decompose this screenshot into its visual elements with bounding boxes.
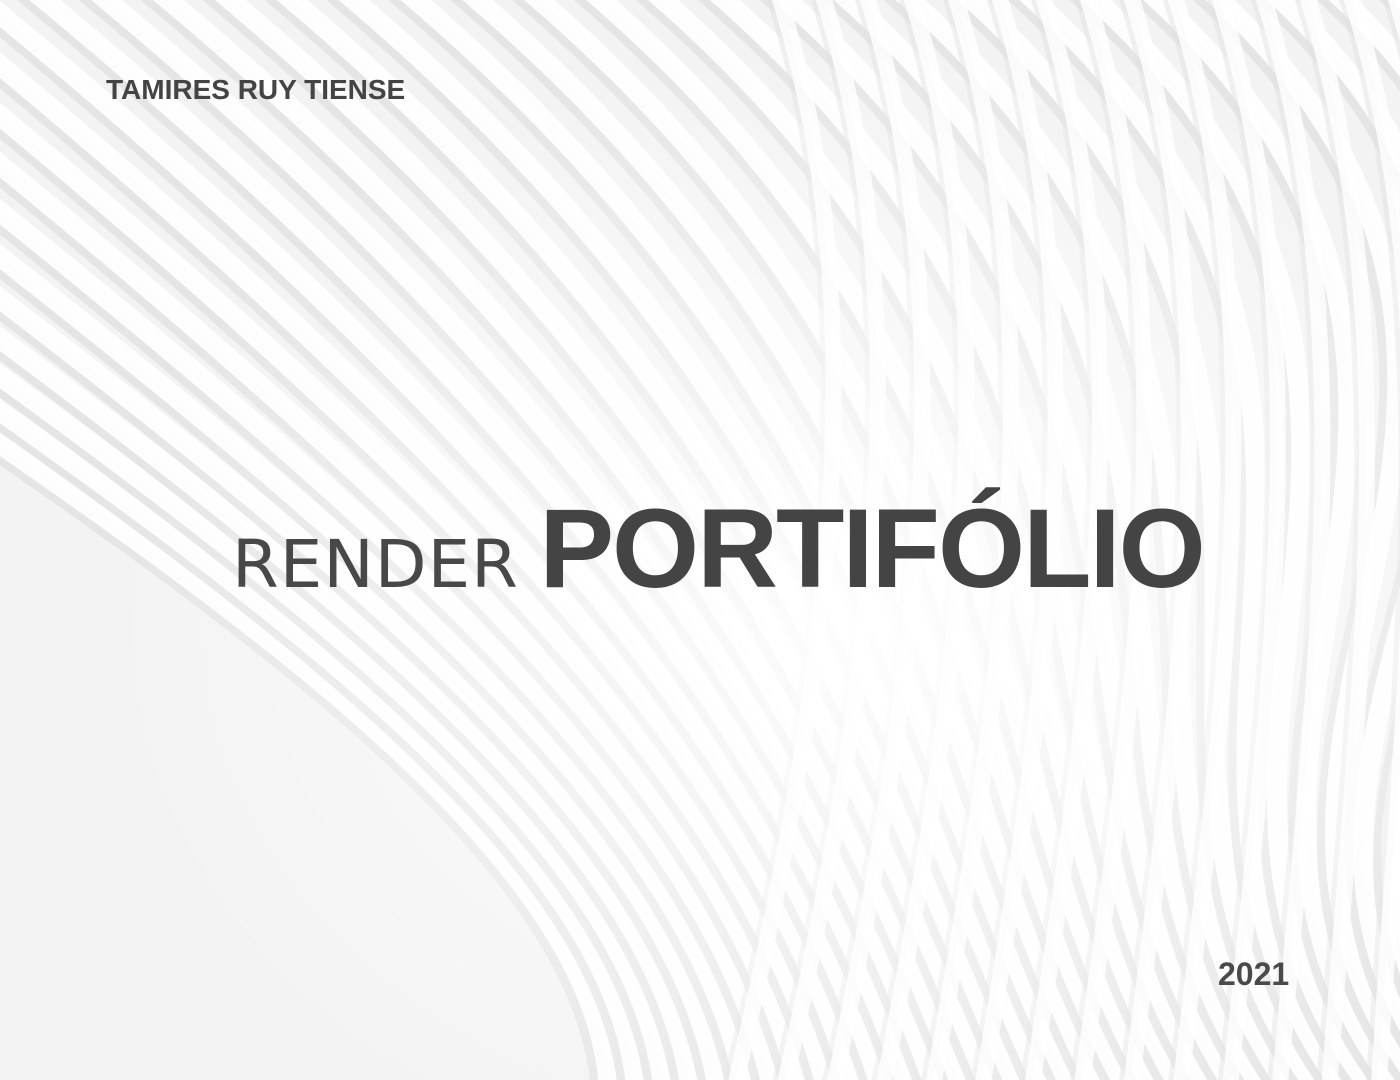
portfolio-cover: TAMIRES RUY TIENSE RENDER PORTIFÓLIO 202…	[0, 0, 1400, 1080]
title-prefix: RENDER	[232, 526, 519, 603]
author-name: TAMIRES RUY TIENSE	[106, 74, 406, 105]
cover-year: 2021	[1218, 956, 1290, 992]
cover-title: RENDER PORTIFÓLIO	[232, 484, 1206, 611]
title-main: PORTIFÓLIO	[539, 486, 1205, 611]
